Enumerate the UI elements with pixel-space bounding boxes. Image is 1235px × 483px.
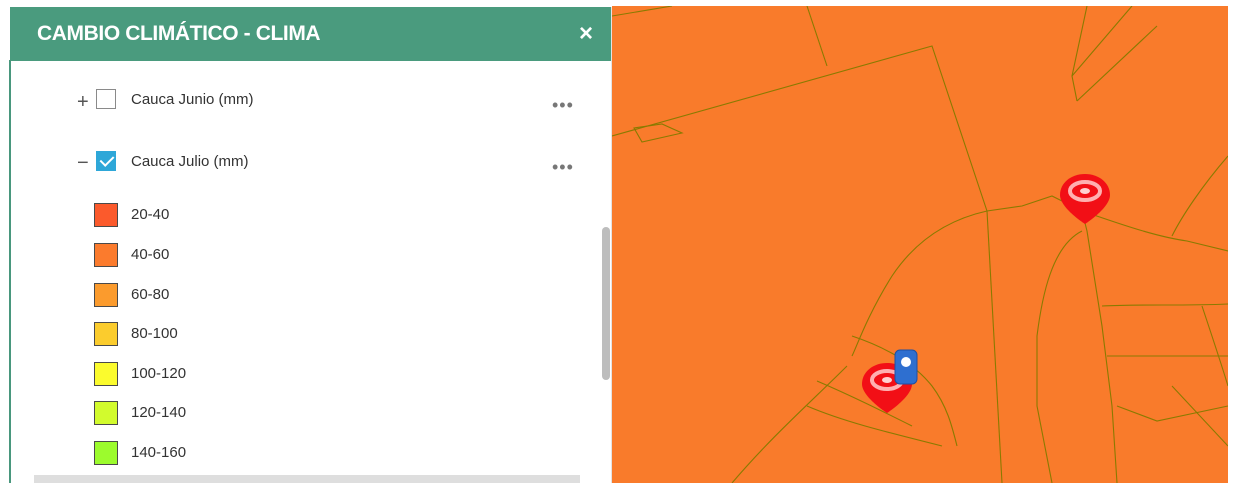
legend-swatch xyxy=(94,362,118,386)
map-boundaries xyxy=(612,6,1228,483)
panel-left-border xyxy=(9,60,11,483)
panel-header: CAMBIO CLIMÁTICO - CLIMA × xyxy=(10,7,611,61)
more-options-icon[interactable]: ••• xyxy=(552,95,574,116)
layer-label: Cauca Julio (mm) xyxy=(131,153,249,170)
layer-checkbox-cauca-julio[interactable] xyxy=(96,151,116,171)
layer-checkbox-cauca-junio[interactable] xyxy=(96,89,116,109)
legend-swatch xyxy=(94,441,118,465)
more-options-icon[interactable]: ••• xyxy=(552,157,574,178)
map-view[interactable] xyxy=(612,6,1228,483)
legend-label: 120-140 xyxy=(131,404,187,421)
legend-label: 60-80 xyxy=(131,286,170,303)
legend-label: 140-160 xyxy=(131,444,187,461)
collapse-icon[interactable]: − xyxy=(77,153,89,173)
red-location-marker xyxy=(1060,174,1110,224)
legend-swatch xyxy=(94,401,118,425)
legend-label: 80-100 xyxy=(131,325,178,342)
vertical-scrollbar[interactable] xyxy=(602,227,610,380)
layer-list-panel: CAMBIO CLIMÁTICO - CLIMA × + Cauca Junio… xyxy=(10,7,612,483)
legend-label: 40-60 xyxy=(131,246,170,263)
layer-row-cauca-julio[interactable]: − Cauca Julio (mm) ••• xyxy=(10,150,600,178)
legend-label: 100-120 xyxy=(131,365,187,382)
panel-title: CAMBIO CLIMÁTICO - CLIMA xyxy=(37,22,321,45)
close-button[interactable]: × xyxy=(579,20,593,48)
legend-swatch xyxy=(94,243,118,267)
legend-swatch xyxy=(94,322,118,346)
layer-row-cauca-junio[interactable]: + Cauca Junio (mm) ••• xyxy=(10,89,600,115)
layer-label: Cauca Junio (mm) xyxy=(131,91,254,108)
legend-swatch xyxy=(94,283,118,307)
horizontal-scrollbar[interactable] xyxy=(34,475,580,483)
legend-swatch xyxy=(94,203,118,227)
blue-location-pin xyxy=(894,349,918,385)
expand-icon[interactable]: + xyxy=(77,92,89,112)
legend-label: 20-40 xyxy=(131,206,170,223)
